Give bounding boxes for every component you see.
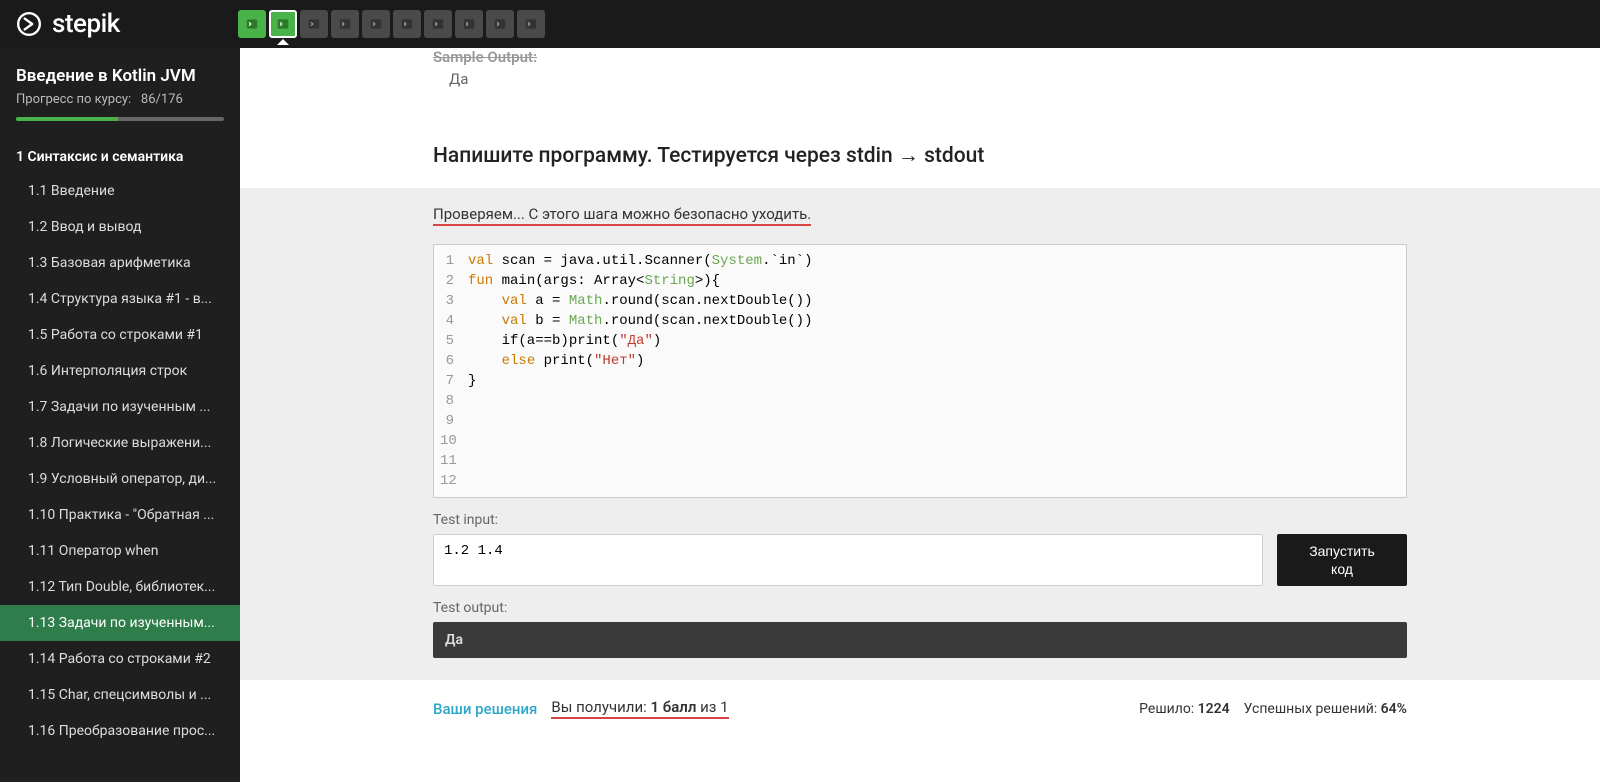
test-output-box: Да (433, 622, 1407, 658)
sample-output-label: Sample Output: (433, 48, 1407, 66)
sidebar-item[interactable]: 1.13 Задачи по изученным... (0, 605, 240, 641)
sample-output-value: Да (433, 70, 1407, 88)
step-navigator (238, 10, 545, 38)
sidebar-item[interactable]: 1.16 Преобразование прос... (0, 713, 240, 749)
status-message: Проверяем... С этого шага можно безопасн… (433, 205, 811, 226)
sidebar-item[interactable]: 1.5 Работа со строками #1 (0, 317, 240, 353)
sidebar-item[interactable]: 1.7 Задачи по изученным ... (0, 389, 240, 425)
test-input-label: Test input: (433, 512, 1407, 528)
task-heading: Напишите программу. Тестируется через st… (433, 144, 1407, 168)
sidebar-item[interactable]: 1.10 Практика - "Обратная ... (0, 497, 240, 533)
section-title[interactable]: 1 Синтаксис и семантика (0, 133, 240, 173)
stepik-logo-icon (16, 11, 42, 37)
test-input-field[interactable] (433, 534, 1263, 586)
run-code-button[interactable]: Запустить код (1277, 534, 1407, 586)
step-pill-2[interactable] (269, 10, 297, 38)
nav-list: 1.1 Введение1.2 Ввод и вывод1.3 Базовая … (0, 173, 240, 749)
sidebar: Введение в Kotlin JVM Прогресс по курсу:… (0, 48, 240, 782)
step-pill-7[interactable] (424, 10, 452, 38)
main-content: Sample Output: Да Напишите программу. Те… (240, 48, 1600, 782)
course-header: Введение в Kotlin JVM Прогресс по курсу:… (0, 48, 240, 133)
sidebar-item[interactable]: 1.8 Логические выражени... (0, 425, 240, 461)
course-title: Введение в Kotlin JVM (16, 66, 224, 86)
your-solutions-link[interactable]: Ваши решения (433, 700, 537, 718)
line-gutter: 123456789101112 (434, 245, 460, 497)
sidebar-item[interactable]: 1.1 Введение (0, 173, 240, 209)
step-pill-3[interactable] (300, 10, 328, 38)
sidebar-item[interactable]: 1.15 Char, спецсимволы и ... (0, 677, 240, 713)
score-text: Вы получили: 1 балл из 1 (551, 698, 728, 719)
topbar: stepik (0, 0, 1600, 48)
logo[interactable]: stepik (16, 9, 120, 39)
footer-row: Ваши решения Вы получили: 1 балл из 1 Ре… (433, 680, 1407, 727)
code-lines[interactable]: val scan = java.util.Scanner(System.`in`… (460, 245, 1406, 497)
step-pill-8[interactable] (455, 10, 483, 38)
sidebar-item[interactable]: 1.3 Базовая арифметика (0, 245, 240, 281)
step-pill-6[interactable] (393, 10, 421, 38)
step-pill-4[interactable] (331, 10, 359, 38)
step-pill-1[interactable] (238, 10, 266, 38)
sidebar-item[interactable]: 1.11 Оператор when (0, 533, 240, 569)
progress-bar (16, 117, 224, 121)
sidebar-item[interactable]: 1.6 Интерполяция строк (0, 353, 240, 389)
step-pill-9[interactable] (486, 10, 514, 38)
sidebar-item[interactable]: 1.4 Структура языка #1 - в... (0, 281, 240, 317)
sidebar-item[interactable]: 1.9 Условный оператор, ди... (0, 461, 240, 497)
brand-text: stepik (52, 9, 120, 39)
step-pill-5[interactable] (362, 10, 390, 38)
submission-area: Проверяем... С этого шага можно безопасн… (240, 188, 1600, 680)
progress-bar-fill (16, 117, 118, 121)
success-rate: Успешных решений: 64% (1244, 701, 1407, 717)
sidebar-item[interactable]: 1.2 Ввод и вывод (0, 209, 240, 245)
test-output-label: Test output: (433, 600, 1407, 616)
step-pill-10[interactable] (517, 10, 545, 38)
solved-count: Решило: 1224 (1139, 701, 1230, 717)
progress-label: Прогресс по курсу: 86/176 (16, 92, 224, 107)
sidebar-item[interactable]: 1.14 Работа со строками #2 (0, 641, 240, 677)
sidebar-item[interactable]: 1.12 Тип Double, библиотек... (0, 569, 240, 605)
code-editor[interactable]: 123456789101112 val scan = java.util.Sca… (433, 244, 1407, 498)
